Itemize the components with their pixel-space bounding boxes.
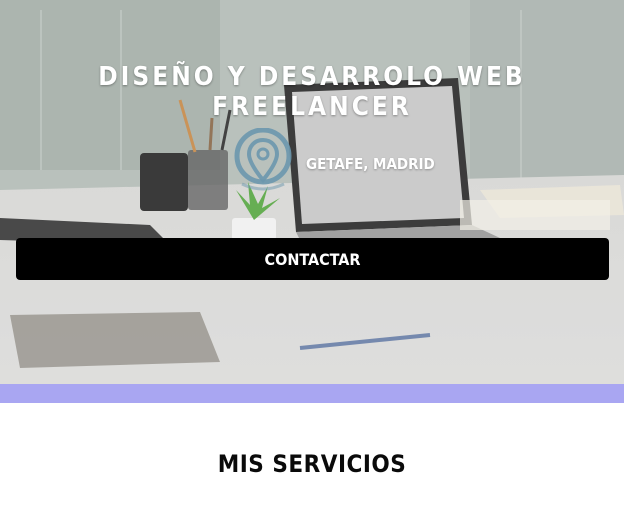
hero-title: DISEÑO Y DESARROLO WEB FREELANCER (98, 62, 526, 122)
contact-button[interactable]: CONTACTAR (16, 238, 609, 280)
location-block: GETAFE, MADRID (230, 128, 435, 200)
services-heading: MIS SERVICIOS (217, 450, 407, 478)
map-pin-icon (234, 128, 292, 191)
accent-bar (0, 384, 624, 403)
location-label: GETAFE, MADRID (306, 155, 435, 173)
hero-section: DISEÑO Y DESARROLO WEB FREELANCER GETAFE… (0, 0, 624, 384)
